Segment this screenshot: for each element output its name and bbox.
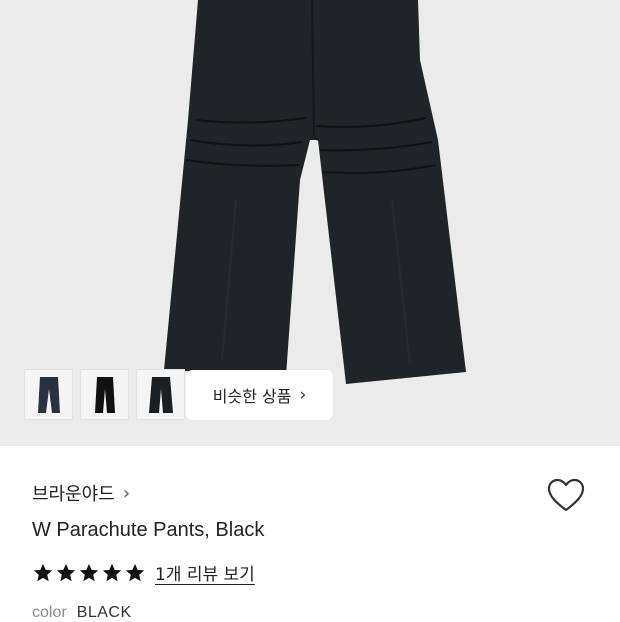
thumbnail-1[interactable] — [24, 369, 73, 420]
thumbnail-2[interactable] — [80, 369, 129, 420]
similar-products-button[interactable]: 비슷한 상품 › — [186, 370, 333, 420]
heart-icon[interactable] — [546, 476, 586, 516]
brand-name: 브라운야드 — [32, 484, 115, 505]
product-image-gallery[interactable]: 비슷한 상품 › — [0, 0, 620, 446]
thumbnail-strip — [24, 369, 185, 420]
review-link[interactable]: 1개 리뷰 보기 — [155, 560, 255, 585]
color-option: color BLACK — [32, 604, 132, 622]
star-icon — [125, 563, 145, 581]
chevron-right-icon: › — [122, 482, 131, 504]
color-label: color — [32, 604, 67, 621]
rating-row: 1개 리뷰 보기 — [32, 560, 255, 585]
star-icon — [56, 563, 76, 581]
product-info: 브라운야드 › W Parachute Pants, Black 1개 리뷰 보… — [0, 446, 620, 622]
brand-link[interactable]: 브라운야드 › — [32, 480, 130, 506]
thumbnail-3[interactable] — [136, 369, 185, 420]
thumbnail-pants-black-icon — [94, 376, 115, 413]
star-icon — [33, 563, 53, 581]
similar-products-label: 비슷한 상품 — [212, 387, 292, 406]
thumbnail-pants-charcoal-icon — [148, 376, 173, 413]
star-icon — [102, 563, 122, 581]
chevron-right-icon: › — [299, 385, 307, 405]
color-value: BLACK — [76, 604, 132, 621]
star-icon — [79, 563, 99, 581]
thumbnail-pants-navy-icon — [37, 376, 60, 413]
product-name: W Parachute Pants, Black — [32, 519, 265, 541]
star-rating — [32, 562, 146, 584]
